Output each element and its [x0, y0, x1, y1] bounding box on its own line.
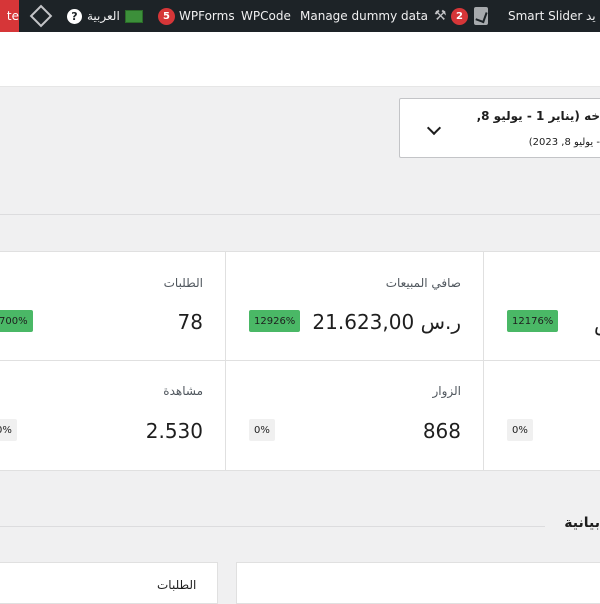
date-range-compare: - يوليو 8, 2023)	[528, 137, 600, 148]
page-header	[0, 32, 600, 87]
language-label: العربية	[87, 9, 120, 23]
wpforms-count-badge: 5	[158, 7, 175, 25]
new-label: يد	[586, 9, 596, 23]
smart-slider-item[interactable]: Smart Slider	[508, 0, 582, 32]
chevron-down-icon	[426, 120, 442, 136]
help-icon: ?	[67, 8, 82, 24]
delta-badge: 0%	[0, 419, 17, 441]
stat-label: الطلبات	[163, 276, 203, 290]
stat-label: مشاهدة	[163, 384, 203, 398]
wpforms-label: WPForms	[179, 9, 235, 23]
divider	[225, 252, 226, 470]
charts-section-title: بيانية	[564, 515, 600, 531]
date-range-primary: خه (يناير 1 - يوليو 8,	[476, 109, 600, 123]
stat-value: 78	[177, 310, 203, 334]
yoast-count-badge: 2	[451, 7, 468, 25]
wpforms-item[interactable]: 5 WPForms	[158, 0, 235, 32]
flag-icon	[124, 9, 143, 23]
dummy-data-item[interactable]: Manage dummy data ⚒	[300, 0, 447, 32]
divider	[0, 526, 545, 527]
performance-stats: الطلبات 78 700% صافي المبيعات 21.623,00 …	[0, 251, 600, 471]
yoast-item[interactable]: 2	[451, 0, 488, 32]
divider	[0, 360, 600, 361]
wpcode-label: WPCode	[241, 9, 291, 23]
hammer-icon: ⚒	[434, 8, 447, 24]
stat-label: الزوار	[432, 384, 461, 398]
divider	[483, 252, 484, 470]
help-item[interactable]: ? العربية	[67, 0, 143, 32]
new-item[interactable]: يد	[586, 0, 596, 32]
delta-badge: 0%	[507, 419, 533, 441]
stat-value: 21.623,00 ر.س	[312, 310, 461, 334]
date-range-picker[interactable]: خه (يناير 1 - يوليو 8, - يوليو 8, 2023)	[399, 98, 600, 158]
chart-card-net-sales[interactable]	[236, 562, 600, 604]
update-label: te	[6, 9, 19, 23]
yoast-icon	[474, 7, 488, 25]
update-button[interactable]: te	[0, 0, 19, 32]
wp-logo-icon[interactable]	[29, 0, 53, 32]
wpcode-item[interactable]: WPCode	[241, 0, 291, 32]
stat-value: 2.530	[145, 419, 203, 443]
chart-card-title: الطلبات	[157, 578, 197, 592]
delta-badge: 0%	[249, 419, 275, 441]
delta-badge: 12176%	[507, 310, 559, 332]
stat-value: 868	[422, 419, 461, 443]
delta-badge: 700%	[0, 310, 33, 332]
delta-badge: 12926%	[249, 310, 301, 332]
stat-label: صافي المبيعات	[385, 276, 461, 290]
divider	[0, 214, 600, 215]
stat-value: س	[594, 312, 600, 336]
admin-bar: te ? العربية 5 WPForms WPCode Manage dum…	[0, 0, 600, 32]
dummy-data-label: Manage dummy data	[300, 9, 429, 23]
smart-slider-label: Smart Slider	[508, 9, 583, 23]
